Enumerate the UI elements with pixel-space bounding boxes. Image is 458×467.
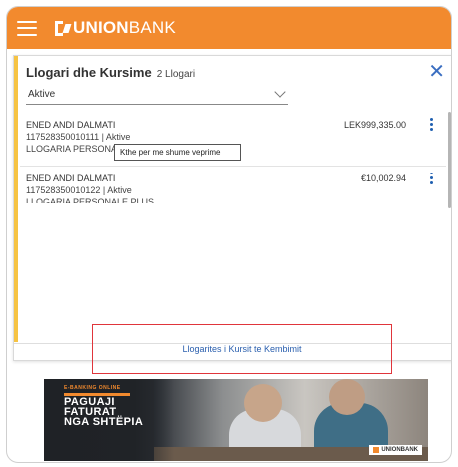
chevron-down-icon: [274, 86, 286, 98]
panel-header: Llogari dhe Kursime 2 Llogari: [26, 65, 195, 80]
account-type: LLOGARIA PERSONALE PLUS: [26, 197, 155, 203]
exchange-calculator-highlight: Llogarites i Kursit te Kembimit: [92, 324, 392, 374]
menu-icon[interactable]: [17, 20, 37, 36]
account-holder-name: ENED ANDI DALMATI: [26, 120, 116, 130]
banner-brand-badge: UNIONBANK: [369, 445, 422, 455]
account-row[interactable]: ENED ANDI DALMATI 117528350010122 | Akti…: [14, 173, 446, 203]
banner-headline: PAGUAJI FATURAT NGA SHTËPIA: [64, 397, 144, 428]
account-number: 117528350010122 | Aktive: [26, 185, 132, 195]
bank-logo[interactable]: UNIONBANK: [55, 18, 176, 38]
more-options-icon[interactable]: [428, 173, 434, 187]
account-number: 117528350010111 | Aktive: [26, 132, 131, 142]
banner-tag: E-BANKING ONLINE: [64, 385, 121, 391]
logo-text-regular: BANK: [128, 18, 176, 37]
banner-brand-text: UNIONBANK: [381, 447, 418, 453]
logo-text: UNIONBANK: [73, 18, 176, 38]
app-frame: UNIONBANK Llogari dhe Kursime 2 Llogari …: [6, 6, 452, 463]
banner-person-2-head: [329, 379, 365, 415]
row-tooltip: Kthe per me shume veprime: [114, 144, 241, 161]
account-holder-name: ENED ANDI DALMATI: [26, 173, 116, 183]
close-icon[interactable]: ✕: [428, 62, 445, 82]
banner-person-1-head: [244, 384, 282, 422]
top-bar: UNIONBANK: [7, 7, 451, 49]
accounts-panel: Llogari dhe Kursime 2 Llogari ✕ Aktive E…: [13, 55, 451, 361]
banner-headline-line-3: NGA SHTËPIA: [64, 416, 144, 428]
more-options-icon[interactable]: [428, 118, 434, 134]
row-divider: [20, 166, 446, 167]
logo-text-bold: UNION: [73, 18, 129, 37]
exchange-calculator-link[interactable]: Llogarites i Kursit te Kembimit: [182, 344, 301, 354]
account-balance: €10,002.94: [360, 173, 406, 183]
account-count: 2 Llogari: [156, 69, 196, 80]
list-scrollbar[interactable]: [448, 112, 451, 208]
logo-mark-icon: [55, 20, 72, 36]
banner-brand-icon: [373, 447, 380, 453]
account-type: LLOGARIA PERSONALE: [26, 144, 129, 154]
panel-title: Llogari dhe Kursime: [26, 65, 152, 80]
status-filter-value: Aktive: [28, 89, 56, 100]
account-balance: LEK999,335.00: [343, 120, 406, 130]
promo-banner[interactable]: E-BANKING ONLINE PAGUAJI FATURAT NGA SHT…: [44, 379, 428, 461]
status-filter-select[interactable]: Aktive: [26, 86, 288, 105]
